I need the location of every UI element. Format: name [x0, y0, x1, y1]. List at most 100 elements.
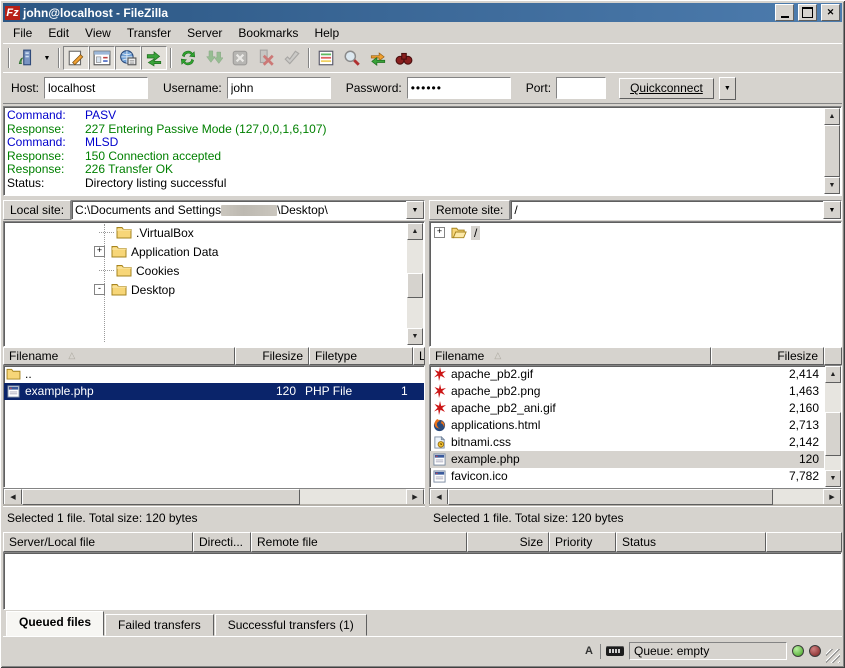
site-manager-dropdown-button[interactable]: ▼	[39, 46, 55, 70]
local-site-bar: Local site: C:\Documents and Settings\De…	[3, 199, 425, 221]
chevron-down-icon[interactable]: ▼	[823, 201, 841, 219]
toggle-message-log-button[interactable]	[63, 46, 89, 70]
tree-item-root[interactable]: + /	[430, 223, 823, 242]
scroll-thumb[interactable]	[22, 489, 300, 505]
remote-file-list[interactable]: apache_pb2.gif 2,414 apache_pb2.png 1,46…	[429, 365, 842, 489]
file-row[interactable]: applications.html 2,713	[430, 417, 824, 434]
tree-expander-icon[interactable]: +	[94, 246, 105, 257]
tree-expander-icon[interactable]: -	[94, 284, 105, 295]
menu-server[interactable]: Server	[179, 24, 230, 42]
scroll-left-icon[interactable]: ◀	[430, 489, 448, 505]
local-directory-tree[interactable]: .VirtualBox + Application Data Cookies -	[3, 221, 425, 347]
transfer-queue-list[interactable]	[3, 552, 842, 610]
quickconnect-button[interactable]: Quickconnect	[619, 78, 714, 99]
column-header-filetype[interactable]: Filetype	[309, 347, 413, 365]
tree-item-application-data[interactable]: + Application Data	[4, 242, 406, 261]
tree-expander-icon[interactable]: +	[434, 227, 445, 238]
toggle-transfer-queue-button[interactable]	[141, 46, 167, 70]
scroll-thumb[interactable]	[407, 273, 423, 298]
local-panel: Local site: C:\Documents and Settings\De…	[3, 199, 425, 529]
host-input[interactable]	[44, 77, 148, 99]
tree-item-cookies[interactable]: Cookies	[4, 261, 406, 280]
file-row-selected[interactable]: example.php 120	[430, 451, 824, 468]
scroll-down-icon[interactable]: ▼	[825, 470, 841, 487]
column-header-server-local-file[interactable]: Server/Local file	[3, 532, 193, 552]
tab-queued-files[interactable]: Queued files	[6, 611, 104, 636]
file-row[interactable]: apache_pb2.gif 2,414	[430, 366, 824, 383]
column-header-filesize[interactable]: Filesize	[711, 347, 824, 365]
menu-edit[interactable]: Edit	[40, 24, 77, 42]
find-files-button[interactable]	[391, 46, 417, 70]
cancel-operation-button[interactable]	[227, 46, 253, 70]
column-header-priority[interactable]: Priority	[549, 532, 616, 552]
scroll-up-icon[interactable]: ▲	[825, 366, 841, 383]
scroll-thumb[interactable]	[825, 412, 841, 456]
port-input[interactable]	[556, 77, 606, 99]
remote-directory-tree[interactable]: + /	[429, 221, 842, 347]
maximize-button[interactable]	[798, 4, 817, 21]
local-path-combobox[interactable]: C:\Documents and Settings\Desktop\ ▼	[71, 200, 425, 220]
file-row[interactable]: apache_pb2.png 1,463	[430, 383, 824, 400]
scroll-thumb[interactable]	[824, 125, 840, 177]
menu-help[interactable]: Help	[306, 24, 347, 42]
password-input[interactable]	[407, 77, 511, 99]
refresh-button[interactable]	[175, 46, 201, 70]
filter-button[interactable]	[339, 46, 365, 70]
scroll-down-icon[interactable]: ▼	[407, 328, 423, 345]
close-button[interactable]: ✕	[821, 4, 840, 21]
tab-failed-transfers[interactable]: Failed transfers	[105, 614, 214, 636]
column-header-last-modified[interactable]: L	[413, 347, 425, 365]
toggle-local-tree-button[interactable]	[89, 46, 115, 70]
username-input[interactable]	[227, 77, 331, 99]
disconnect-button[interactable]	[253, 46, 279, 70]
menu-view[interactable]: View	[77, 24, 119, 42]
site-manager-button[interactable]	[13, 46, 39, 70]
column-header-size[interactable]: Size	[467, 532, 549, 552]
remote-path-combobox[interactable]: / ▼	[510, 200, 842, 220]
local-tree-scrollbar[interactable]: ▲ ▼	[407, 223, 423, 345]
directory-comparison-button[interactable]	[313, 46, 339, 70]
scroll-left-icon[interactable]: ◀	[4, 489, 22, 505]
menu-transfer[interactable]: Transfer	[119, 24, 179, 42]
local-hscrollbar[interactable]: ◀ ▶	[3, 488, 425, 506]
scroll-up-icon[interactable]: ▲	[407, 223, 423, 240]
quickconnect-dropdown-button[interactable]: ▼	[719, 77, 736, 100]
column-header-filename[interactable]: Filename△	[429, 347, 711, 365]
tab-successful-transfers[interactable]: Successful transfers (1)	[215, 614, 367, 636]
file-row-selected[interactable]: example.php 120 PHP File 1	[4, 383, 424, 400]
toggle-remote-tree-button[interactable]	[115, 46, 141, 70]
file-row[interactable]: index.html 202	[430, 485, 824, 489]
synchronized-browsing-button[interactable]	[365, 46, 391, 70]
menu-file[interactable]: File	[5, 24, 40, 42]
scroll-up-icon[interactable]: ▲	[824, 108, 840, 125]
ascii-transfer-type-icon: A	[580, 644, 601, 659]
column-header-filesize[interactable]: Filesize	[235, 347, 309, 365]
title-bar[interactable]: Fz john@localhost - FileZilla ✕	[3, 3, 842, 22]
menu-bookmarks[interactable]: Bookmarks	[230, 24, 306, 42]
message-log[interactable]: Command:PASV Response:227 Entering Passi…	[3, 106, 842, 196]
scroll-down-icon[interactable]: ▼	[824, 177, 840, 194]
remote-hscrollbar[interactable]: ◀ ▶	[429, 488, 842, 506]
file-row-parent-dir[interactable]: ..	[4, 366, 424, 383]
scroll-right-icon[interactable]: ▶	[823, 489, 841, 505]
chevron-down-icon[interactable]: ▼	[406, 201, 424, 219]
scroll-thumb[interactable]	[448, 489, 773, 505]
local-file-list[interactable]: .. example.php 120 PHP File 1	[3, 365, 425, 489]
file-row[interactable]: apache_pb2_ani.gif 2,160	[430, 400, 824, 417]
log-scrollbar[interactable]: ▲ ▼	[824, 108, 840, 194]
file-row[interactable]: favicon.ico 7,782	[430, 468, 824, 485]
clear-queue-button[interactable]	[279, 46, 305, 70]
column-header-status[interactable]: Status	[616, 532, 766, 552]
resize-grip[interactable]	[826, 649, 840, 663]
process-queue-button[interactable]	[201, 46, 227, 70]
column-header-direction[interactable]: Directi...	[193, 532, 251, 552]
clear-queue-icon	[283, 49, 301, 67]
scroll-right-icon[interactable]: ▶	[406, 489, 424, 505]
file-row[interactable]: bitnami.css 2,142	[430, 434, 824, 451]
tree-item-desktop[interactable]: - Desktop	[4, 280, 406, 299]
column-header-filename[interactable]: Filename△	[3, 347, 235, 365]
column-header-remote-file[interactable]: Remote file	[251, 532, 467, 552]
tree-item-virtualbox[interactable]: .VirtualBox	[4, 223, 406, 242]
minimize-button[interactable]	[775, 4, 794, 21]
remote-list-scrollbar[interactable]: ▲ ▼	[825, 366, 841, 488]
